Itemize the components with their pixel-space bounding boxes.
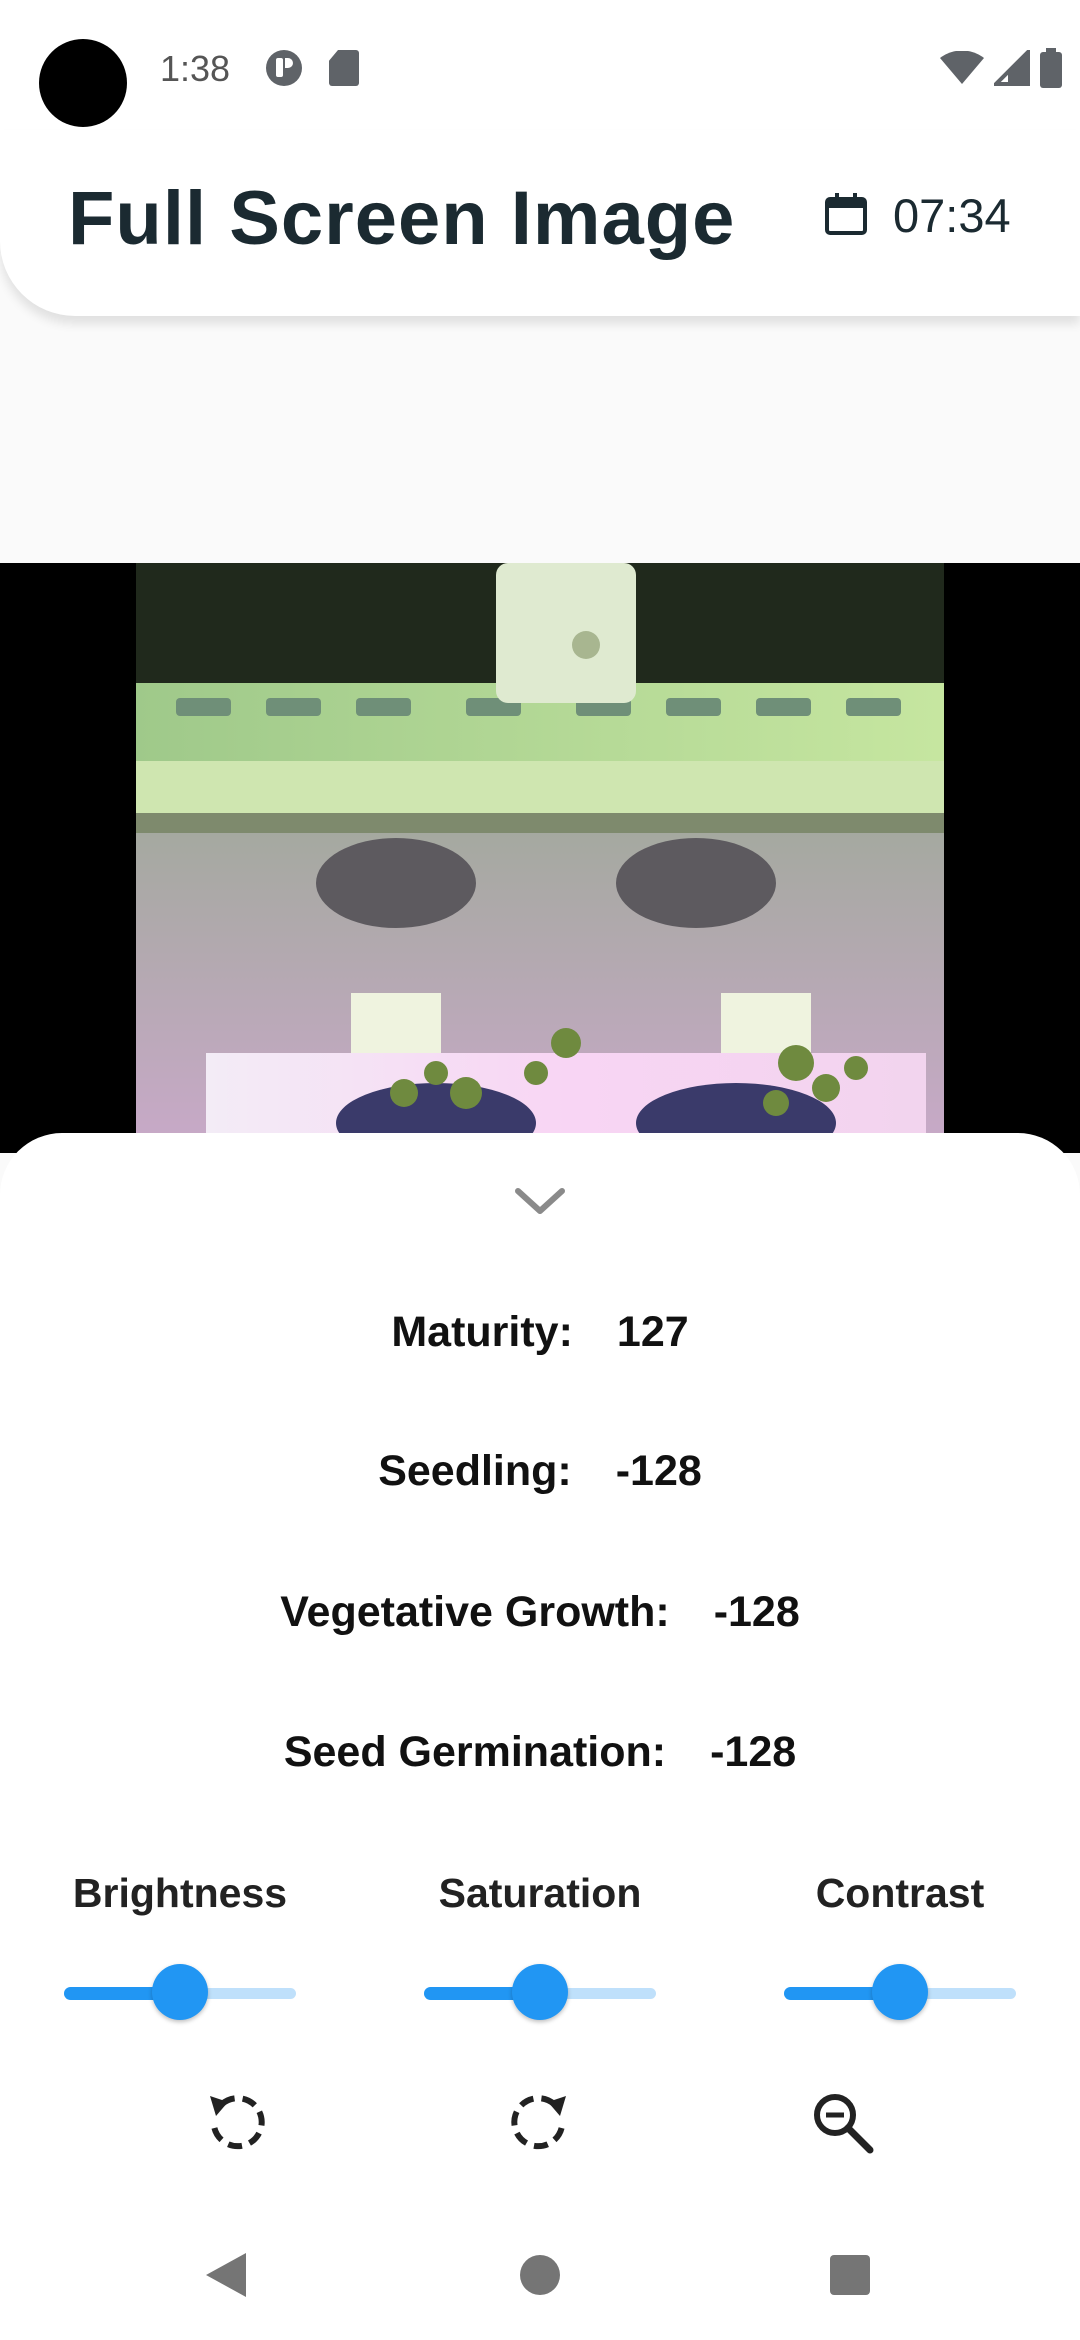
image-viewer[interactable] [0,563,1080,1153]
status-right-icons [940,48,1062,88]
contrast-label: Contrast [815,1870,985,1916]
brightness-slider[interactable] [64,1962,296,2022]
camera-cutout [39,39,127,127]
cell-signal-icon [994,50,1030,86]
app-header: Full Screen Image 07:34 [0,130,1080,316]
stat-seed-germination: Seed Germination: -128 [0,1728,1080,1777]
brightness-label: Brightness [72,1870,288,1916]
slider-thumb[interactable] [512,1964,568,2020]
sd-card-icon [329,50,359,86]
stat-vegetative-growth: Vegetative Growth: -128 [0,1588,1080,1637]
stat-value: -128 [615,1447,702,1495]
slider-thumb[interactable] [872,1964,928,2020]
rotate-left-icon[interactable] [202,2088,270,2156]
back-icon[interactable] [196,2245,256,2305]
rotate-right-icon[interactable] [506,2088,574,2156]
chevron-down-icon[interactable] [514,1185,566,1217]
page-title: Full Screen Image [68,176,736,261]
stat-seedling: Seedling: -128 [0,1447,1080,1496]
status-bar: 1:38 [0,0,1080,130]
stat-maturity: Maturity: 127 [0,1308,1080,1357]
battery-icon [1040,48,1062,88]
home-icon[interactable] [510,2245,570,2305]
stat-label: Vegetative Growth: [280,1588,670,1636]
stat-value: -128 [713,1588,800,1636]
zoom-out-icon[interactable] [808,2088,876,2156]
stat-label: Seedling: [378,1447,572,1495]
stat-label: Maturity: [391,1308,573,1356]
plant-photo [136,563,944,1153]
header-time[interactable]: 07:34 [893,188,1011,243]
stat-label: Seed Germination: [283,1728,667,1776]
stat-value: -128 [710,1728,797,1776]
calendar-icon[interactable] [824,192,868,236]
saturation-label: Saturation [438,1870,642,1916]
wifi-icon [940,51,984,84]
stat-value: 127 [616,1308,689,1356]
notification-p-icon [266,50,302,86]
slider-thumb[interactable] [152,1964,208,2020]
status-time: 1:38 [160,48,231,89]
saturation-slider[interactable] [424,1962,656,2022]
contrast-slider[interactable] [784,1962,1016,2022]
recents-icon[interactable] [820,2245,880,2305]
